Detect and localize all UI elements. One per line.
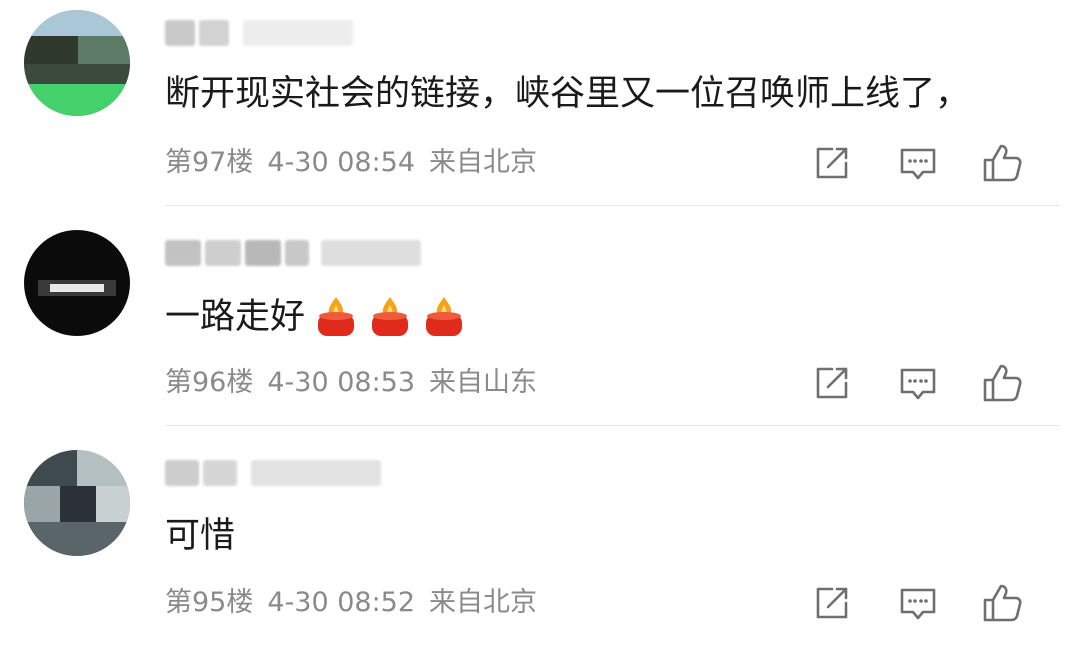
- avatar[interactable]: [24, 10, 130, 116]
- comment-time: 4-30 08:52: [267, 587, 416, 618]
- comment-time: 4-30 08:53: [267, 367, 416, 398]
- candle-emoji: [421, 294, 467, 340]
- like-icon[interactable]: [980, 141, 1024, 185]
- reply-icon[interactable]: [896, 581, 940, 625]
- comment-meta: 第95楼 4-30 08:52 来自北京: [165, 586, 537, 620]
- comment-item: 可惜 第95楼 4-30 08:52 来自北京: [0, 440, 1072, 660]
- floor-number: 第95楼: [165, 587, 254, 618]
- share-icon[interactable]: [810, 141, 854, 185]
- candle-emoji: [367, 294, 413, 340]
- comment-location: 来自山东: [429, 367, 538, 398]
- comment-item: 一路走好 第96楼 4-30 08:53 来自山东: [0, 220, 1072, 440]
- username-blurred[interactable]: [165, 16, 353, 50]
- like-icon[interactable]: [980, 361, 1024, 405]
- username-blurred[interactable]: [165, 456, 381, 490]
- reply-icon[interactable]: [896, 141, 940, 185]
- comment-meta: 第96楼 4-30 08:53 来自山东: [165, 366, 537, 400]
- divider: [165, 425, 1060, 426]
- comment-text: 断开现实社会的链接，峡谷里又一位召唤师上线了，: [165, 74, 971, 114]
- comment-item: 断开现实社会的链接，峡谷里又一位召唤师上线了， 第97楼 4-30 08:54 来自…: [0, 0, 1072, 220]
- share-icon[interactable]: [810, 581, 854, 625]
- divider: [165, 205, 1060, 206]
- floor-number: 第97楼: [165, 147, 254, 178]
- comment-time: 4-30 08:54: [267, 147, 416, 178]
- comment-location: 来自北京: [429, 587, 538, 618]
- comment-meta: 第97楼 4-30 08:54 来自北京: [165, 146, 537, 180]
- avatar[interactable]: [24, 230, 130, 336]
- floor-number: 第96楼: [165, 367, 254, 398]
- candle-emoji: [313, 294, 359, 340]
- username-blurred[interactable]: [165, 236, 421, 270]
- comment-text: 可惜: [165, 516, 236, 556]
- avatar[interactable]: [24, 450, 130, 556]
- like-icon[interactable]: [980, 581, 1024, 625]
- comment-text: 一路走好: [165, 297, 306, 337]
- reply-icon[interactable]: [896, 361, 940, 405]
- comment-text-row: 一路走好: [165, 294, 467, 340]
- share-icon[interactable]: [810, 361, 854, 405]
- comment-location: 来自北京: [429, 147, 538, 178]
